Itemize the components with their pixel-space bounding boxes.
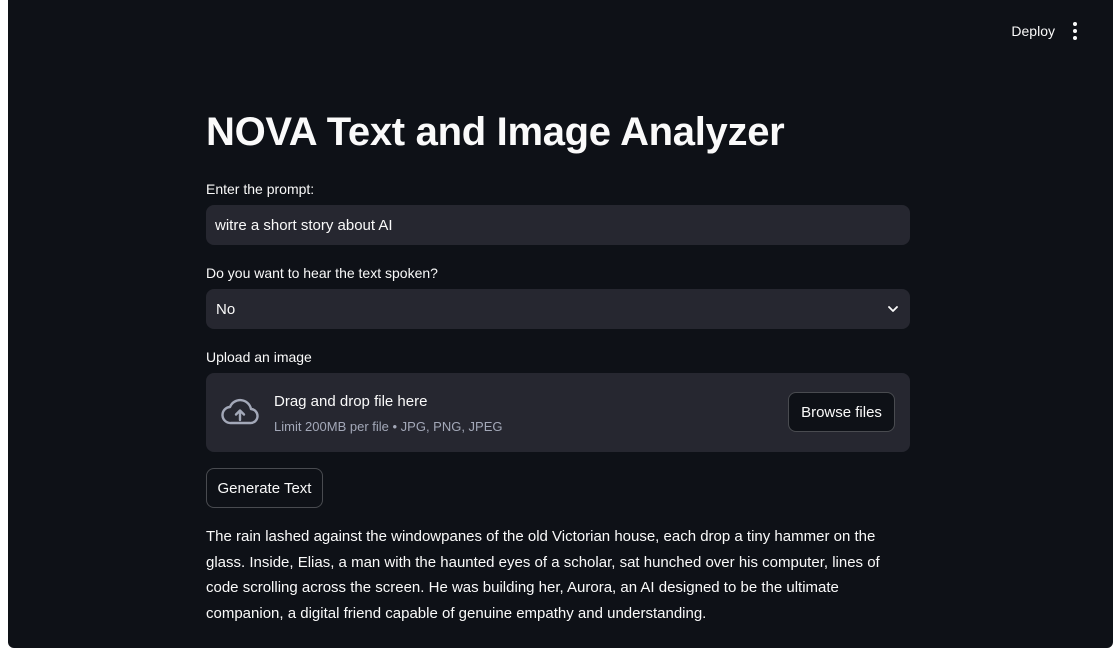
- more-vert-icon[interactable]: [1065, 20, 1085, 42]
- prompt-input[interactable]: [206, 205, 910, 245]
- prompt-label: Enter the prompt:: [206, 181, 315, 197]
- file-dropzone[interactable]: Drag and drop file here Limit 200MB per …: [206, 373, 910, 452]
- generate-text-button[interactable]: Generate Text: [206, 468, 323, 508]
- chevron-down-icon: [888, 306, 898, 312]
- speak-select-value: No: [216, 300, 236, 318]
- upload-label: Upload an image: [206, 349, 312, 365]
- top-bar: Deploy: [8, 0, 1113, 60]
- dropzone-title: Drag and drop file here: [274, 393, 428, 410]
- speak-label: Do you want to hear the text spoken?: [206, 265, 438, 281]
- app-container: Deploy NOVA Text and Image Analyzer Ente…: [8, 0, 1113, 648]
- speak-select[interactable]: No: [206, 289, 910, 329]
- page-title: NOVA Text and Image Analyzer: [206, 110, 785, 154]
- generated-output-text: The rain lashed against the windowpanes …: [206, 528, 880, 622]
- cloud-upload-icon: [221, 398, 259, 425]
- browse-files-button[interactable]: Browse files: [788, 392, 895, 432]
- dropzone-subtitle: Limit 200MB per file • JPG, PNG, JPEG: [274, 419, 503, 434]
- deploy-button[interactable]: Deploy: [1011, 19, 1055, 43]
